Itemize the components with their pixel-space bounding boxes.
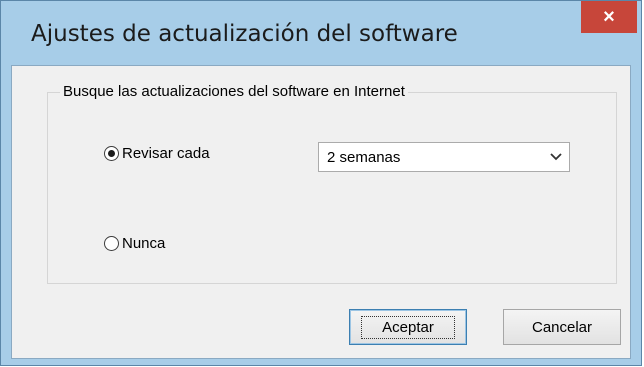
radio-never[interactable]: Nunca [104,235,165,252]
window-title: Ajustes de actualización del software [31,21,458,47]
title-bar[interactable]: Ajustes de actualización del software × [1,1,641,65]
ok-button-label: Aceptar [361,315,455,339]
interval-value: 2 semanas [327,148,401,166]
settings-dialog: Ajustes de actualización del software × … [0,0,642,366]
close-button[interactable]: × [581,1,637,33]
radio-check-every-button[interactable] [104,146,119,161]
cancel-button-label: Cancelar [531,318,593,336]
cancel-button[interactable]: Cancelar [503,309,621,345]
interval-dropdown[interactable]: 2 semanas [318,142,570,172]
ok-button[interactable]: Aceptar [349,309,467,345]
close-icon: × [603,5,615,28]
update-check-group: Busque las actualizaciones del software … [47,83,617,284]
radio-check-every-label: Revisar cada [122,145,210,162]
chevron-down-icon[interactable] [543,143,569,171]
group-legend: Busque las actualizaciones del software … [60,83,408,100]
radio-check-every[interactable]: Revisar cada [104,145,210,162]
dialog-body: Busque las actualizaciones del software … [11,65,631,359]
radio-never-label: Nunca [122,235,166,252]
radio-never-button[interactable] [104,236,119,251]
